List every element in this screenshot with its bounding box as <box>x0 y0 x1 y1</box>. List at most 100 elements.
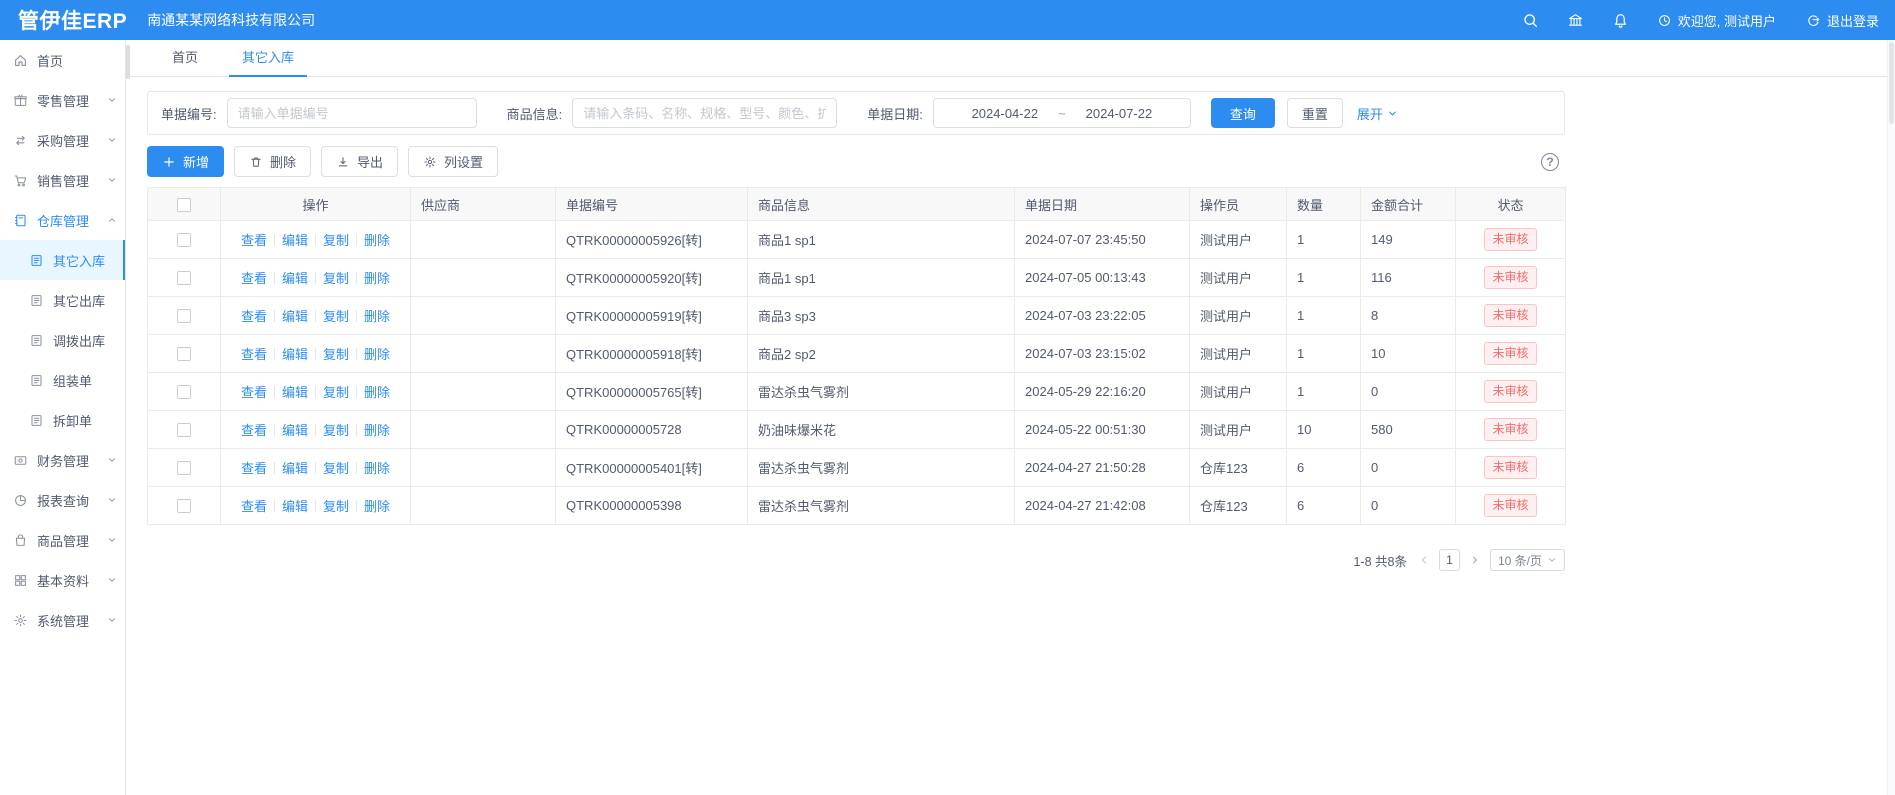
delete-link[interactable]: 删除 <box>364 347 390 362</box>
select-all-checkbox[interactable] <box>177 198 191 212</box>
page-scrollbar[interactable] <box>1887 40 1895 795</box>
date-to-value[interactable]: 2024-07-22 <box>1086 106 1153 121</box>
delete-button[interactable]: 删除 <box>234 146 311 177</box>
sidebar-item-goods-mgmt[interactable]: 商品管理 <box>0 520 125 560</box>
help-icon[interactable]: ? <box>1541 153 1559 171</box>
edit-link[interactable]: 编辑 <box>282 461 308 476</box>
copy-link[interactable]: 复制 <box>323 499 349 514</box>
column-header-product: 商品信息 <box>748 188 1015 221</box>
sidebar-item-label: 销售管理 <box>37 171 89 190</box>
copy-link[interactable]: 复制 <box>323 461 349 476</box>
edit-link[interactable]: 编辑 <box>282 271 308 286</box>
delete-link[interactable]: 删除 <box>364 271 390 286</box>
sidebar-item-assembly-order[interactable]: 组装单 <box>0 360 125 400</box>
notification-bell-icon[interactable] <box>1612 12 1629 29</box>
logout-button[interactable]: 退出登录 <box>1806 11 1879 30</box>
row-checkbox[interactable] <box>177 347 191 361</box>
cell-status: 未审核 <box>1456 373 1566 411</box>
search-button[interactable]: 查询 <box>1211 98 1275 128</box>
column-settings-button[interactable]: 列设置 <box>408 146 498 177</box>
row-checkbox[interactable] <box>177 461 191 475</box>
sidebar-item-purchase-mgmt[interactable]: 采购管理 <box>0 120 125 160</box>
reset-button[interactable]: 重置 <box>1287 98 1343 128</box>
delete-link[interactable]: 删除 <box>364 385 390 400</box>
row-checkbox[interactable] <box>177 499 191 513</box>
edit-link[interactable]: 编辑 <box>282 385 308 400</box>
sidebar-item-system-mgmt[interactable]: 系统管理 <box>0 600 125 640</box>
delete-link[interactable]: 删除 <box>364 233 390 248</box>
row-checkbox[interactable] <box>177 271 191 285</box>
expand-filters-link[interactable]: 展开 <box>1357 104 1398 123</box>
row-checkbox[interactable] <box>177 309 191 323</box>
tab-home[interactable]: 首页 <box>150 40 220 76</box>
delete-link[interactable]: 删除 <box>364 499 390 514</box>
sidebar-item-transfer-outbound[interactable]: 调拨出库 <box>0 320 125 360</box>
copy-link[interactable]: 复制 <box>323 233 349 248</box>
page-number-button[interactable]: 1 <box>1439 549 1460 571</box>
cell-amount: 0 <box>1361 449 1456 487</box>
copy-link[interactable]: 复制 <box>323 271 349 286</box>
cell-qty: 6 <box>1287 449 1361 487</box>
export-button[interactable]: 导出 <box>321 146 398 177</box>
view-link[interactable]: 查看 <box>241 309 267 324</box>
status-badge: 未审核 <box>1484 456 1536 478</box>
copy-link[interactable]: 复制 <box>323 423 349 438</box>
sidebar-item-disassembly-order[interactable]: 拆卸单 <box>0 400 125 440</box>
tab-other-inbound[interactable]: 其它入库 <box>220 40 316 76</box>
organization-icon[interactable] <box>1567 12 1584 29</box>
next-page-icon[interactable] <box>1469 554 1481 566</box>
doc-icon <box>29 413 44 428</box>
page-size-select[interactable]: 10 条/页 <box>1490 549 1565 571</box>
edit-link[interactable]: 编辑 <box>282 423 308 438</box>
clock-icon <box>1657 13 1672 28</box>
view-link[interactable]: 查看 <box>241 347 267 362</box>
copy-link[interactable]: 复制 <box>323 385 349 400</box>
product-info-input[interactable] <box>572 98 837 128</box>
delete-link[interactable]: 删除 <box>364 461 390 476</box>
search-icon[interactable] <box>1522 12 1539 29</box>
sidebar-item-other-inbound[interactable]: 其它入库 <box>0 240 125 280</box>
sidebar-item-home[interactable]: 首页 <box>0 40 125 80</box>
sidebar-item-finance-mgmt[interactable]: 财务管理 <box>0 440 125 480</box>
edit-link[interactable]: 编辑 <box>282 499 308 514</box>
content-scrollbar-thumb[interactable] <box>126 45 130 79</box>
copy-link[interactable]: 复制 <box>323 347 349 362</box>
cell-product: 奶油味爆米花 <box>748 411 1015 449</box>
toolbar: 新增 删除 导出 列设置 ? <box>147 146 1565 177</box>
chevron-down-icon <box>107 175 117 185</box>
sidebar-item-label: 组装单 <box>53 371 92 390</box>
edit-link[interactable]: 编辑 <box>282 309 308 324</box>
filter-panel: 单据编号: 商品信息: 单据日期: 2024-04-22 ~ 2024-07-2… <box>147 91 1565 135</box>
sidebar-item-sales-mgmt[interactable]: 销售管理 <box>0 160 125 200</box>
date-from-value[interactable]: 2024-04-22 <box>972 106 1039 121</box>
sidebar-item-warehouse-mgmt[interactable]: 仓库管理 <box>0 200 125 240</box>
view-link[interactable]: 查看 <box>241 461 267 476</box>
view-link[interactable]: 查看 <box>241 423 267 438</box>
page-scrollbar-thumb[interactable] <box>1889 42 1894 124</box>
copy-link[interactable]: 复制 <box>323 309 349 324</box>
sidebar-item-other-outbound[interactable]: 其它出库 <box>0 280 125 320</box>
row-checkbox[interactable] <box>177 385 191 399</box>
sidebar-item-basic-data[interactable]: 基本资料 <box>0 560 125 600</box>
edit-link[interactable]: 编辑 <box>282 347 308 362</box>
view-link[interactable]: 查看 <box>241 233 267 248</box>
row-checkbox[interactable] <box>177 423 191 437</box>
view-link[interactable]: 查看 <box>241 271 267 286</box>
sidebar-item-retail-mgmt[interactable]: 零售管理 <box>0 80 125 120</box>
order-no-input[interactable] <box>227 98 477 128</box>
cell-actions: 查看编辑复制删除 <box>221 335 411 373</box>
delete-link[interactable]: 删除 <box>364 309 390 324</box>
add-button[interactable]: 新增 <box>147 146 224 177</box>
view-link[interactable]: 查看 <box>241 499 267 514</box>
row-checkbox[interactable] <box>177 233 191 247</box>
select-all-header <box>148 188 221 221</box>
edit-link[interactable]: 编辑 <box>282 233 308 248</box>
view-link[interactable]: 查看 <box>241 385 267 400</box>
gear-icon <box>423 155 437 169</box>
date-range-input[interactable]: 2024-04-22 ~ 2024-07-22 <box>933 98 1191 128</box>
delete-link[interactable]: 删除 <box>364 423 390 438</box>
sidebar-item-report-query[interactable]: 报表查询 <box>0 480 125 520</box>
trash-icon <box>249 155 263 169</box>
prev-page-icon[interactable] <box>1418 554 1430 566</box>
welcome-user[interactable]: 欢迎您, 测试用户 <box>1657 11 1776 30</box>
